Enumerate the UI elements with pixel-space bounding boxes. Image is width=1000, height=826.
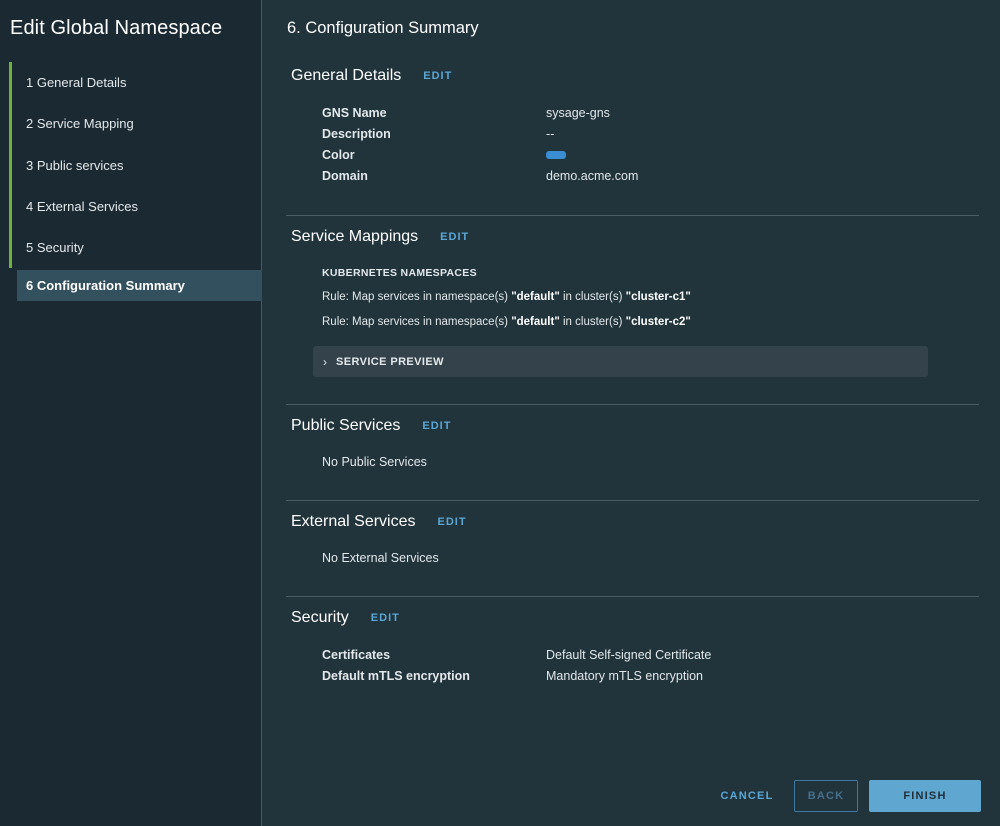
rule-namespace: "default" xyxy=(511,291,560,303)
rule-mid: in cluster(s) xyxy=(559,316,626,328)
wizard-steps: 1 General Details 2 Service Mapping 3 Pu… xyxy=(0,62,262,302)
public-services-edit-link[interactable]: EDIT xyxy=(422,420,451,432)
gns-name-label: GNS Name xyxy=(322,106,387,120)
step-general-details[interactable]: 1 General Details xyxy=(0,62,262,104)
service-mappings-edit-link[interactable]: EDIT xyxy=(440,231,469,243)
finish-button[interactable]: FINISH xyxy=(869,780,981,812)
step-service-mapping[interactable]: 2 Service Mapping xyxy=(0,103,262,145)
mtls-label: Default mTLS encryption xyxy=(322,669,470,683)
rule-namespace: "default" xyxy=(511,316,560,328)
security-title: Security xyxy=(291,609,349,626)
external-services-header: External Services EDIT xyxy=(291,513,467,531)
public-services-section: Public Services EDIT No Public Services xyxy=(286,405,979,501)
domain-label: Domain xyxy=(322,169,368,183)
service-preview-toggle[interactable]: › SERVICE PREVIEW xyxy=(313,346,928,377)
domain-value: demo.acme.com xyxy=(546,169,639,183)
certificates-label: Certificates xyxy=(322,648,391,662)
rule-mid: in cluster(s) xyxy=(559,291,626,303)
step-security[interactable]: 5 Security xyxy=(0,227,262,269)
main-content: 6. Configuration Summary General Details… xyxy=(263,0,1000,826)
description-label: Description xyxy=(322,127,391,141)
rule-prefix: Rule: Map services in namespace(s) xyxy=(322,291,512,303)
mtls-value: Mandatory mTLS encryption xyxy=(546,669,704,683)
no-external-services-text: No External Services xyxy=(322,551,439,565)
public-services-title: Public Services xyxy=(291,417,401,434)
external-services-section: External Services EDIT No External Servi… xyxy=(286,501,979,597)
back-button[interactable]: BACK xyxy=(794,780,858,812)
mapping-rule: Rule: Map services in namespace(s) "defa… xyxy=(322,291,691,303)
kubernetes-namespaces-heading: KUBERNETES NAMESPACES xyxy=(322,267,477,279)
color-label: Color xyxy=(322,148,355,162)
rule-cluster: "cluster-c2" xyxy=(625,316,691,328)
general-details-section: General Details EDIT GNS Name sysage-gns… xyxy=(286,60,979,216)
wizard-sidebar: Edit Global Namespace 1 General Details … xyxy=(0,0,262,826)
description-value: -- xyxy=(546,127,555,141)
gns-name-value: sysage-gns xyxy=(546,106,610,120)
step-external-services[interactable]: 4 External Services xyxy=(0,185,262,228)
step-configuration-summary[interactable]: 6 Configuration Summary xyxy=(17,270,262,302)
service-preview-label: SERVICE PREVIEW xyxy=(336,355,444,368)
service-mappings-title: Service Mappings xyxy=(291,228,419,245)
external-services-title: External Services xyxy=(291,513,416,530)
no-public-services-text: No Public Services xyxy=(322,455,427,469)
service-mappings-section: Service Mappings EDIT KUBERNETES NAMESPA… xyxy=(286,216,979,405)
public-services-header: Public Services EDIT xyxy=(291,417,451,435)
color-swatch xyxy=(546,151,566,159)
external-services-edit-link[interactable]: EDIT xyxy=(438,516,467,528)
rule-cluster: "cluster-c1" xyxy=(625,291,691,303)
certificates-value: Default Self-signed Certificate xyxy=(546,648,712,662)
chevron-right-icon: › xyxy=(323,354,327,369)
step-public-services[interactable]: 3 Public services xyxy=(0,144,262,187)
cancel-button[interactable]: CANCEL xyxy=(715,780,779,812)
page-title: 6. Configuration Summary xyxy=(287,19,479,37)
security-section: Security EDIT Certificates Default Self-… xyxy=(286,597,979,707)
security-edit-link[interactable]: EDIT xyxy=(371,612,400,624)
rule-prefix: Rule: Map services in namespace(s) xyxy=(322,316,512,328)
general-details-title: General Details xyxy=(291,67,402,84)
service-mappings-header: Service Mappings EDIT xyxy=(291,228,469,246)
general-details-edit-link[interactable]: EDIT xyxy=(423,70,452,82)
mapping-rule: Rule: Map services in namespace(s) "defa… xyxy=(322,316,691,328)
wizard-title: Edit Global Namespace xyxy=(10,17,223,39)
security-header: Security EDIT xyxy=(291,609,400,627)
general-details-header: General Details EDIT xyxy=(291,67,452,85)
